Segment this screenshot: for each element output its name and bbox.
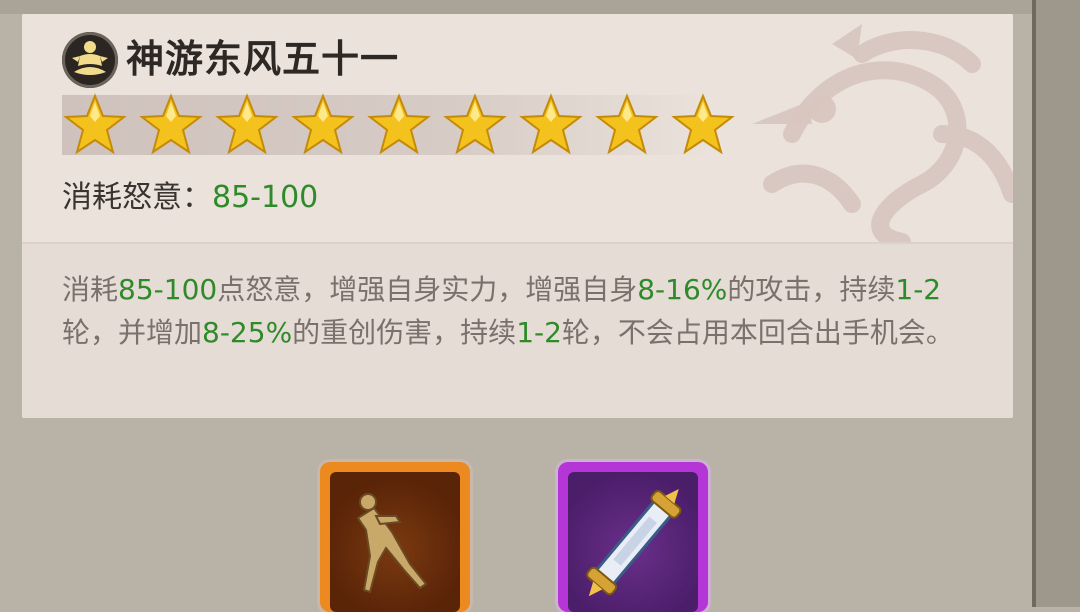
meditating-monk-icon — [62, 32, 118, 88]
description-text: 的攻击，持续 — [727, 273, 896, 306]
description-text: 轮，不会占用本回合出手机会。 — [561, 316, 954, 349]
star-icon — [139, 93, 203, 155]
star-icon — [671, 93, 735, 155]
description-text: 点怒意，增强自身实力，增强自身 — [217, 273, 638, 306]
rage-cost-row: 消耗怒意：85-100 — [62, 178, 318, 218]
star-icon — [215, 93, 279, 155]
skill-detail-card: 神游东风五十一 消耗怒意：85-100 消耗85-100点怒意，增强自身实力，增… — [22, 14, 1013, 418]
section-divider — [22, 242, 1013, 244]
rage-cost-label: 消耗怒意： — [62, 180, 212, 215]
description-text: 轮，并增加 — [62, 316, 203, 349]
dragon-watermark-icon — [752, 24, 1013, 242]
star-icon — [595, 93, 659, 155]
star-icon — [63, 93, 127, 155]
background-top — [0, 0, 1080, 14]
item-slot-golden-figure[interactable] — [320, 462, 470, 612]
item-slot-scroll[interactable] — [558, 462, 708, 612]
right-scrollbar-rail[interactable] — [1032, 0, 1080, 607]
skill-description: 消耗85-100点怒意，增强自身实力，增强自身8-16%的攻击，持续1-2轮，并… — [62, 268, 992, 354]
description-highlight: 85-100 — [118, 273, 218, 306]
description-highlight: 1-2 — [895, 273, 942, 306]
rail-edge — [1032, 0, 1036, 607]
golden-figure-icon — [356, 493, 428, 594]
scroll-icon — [586, 489, 682, 597]
description-text: 消耗 — [62, 273, 119, 306]
star-icon — [367, 93, 431, 155]
star-icon — [519, 93, 583, 155]
description-highlight: 8-25% — [202, 316, 293, 349]
rage-cost-value: 85-100 — [212, 180, 319, 215]
description-text: 的重创伤害，持续 — [292, 316, 517, 349]
star-icon — [443, 93, 507, 155]
star-icon — [291, 93, 355, 155]
description-highlight: 8-16% — [637, 273, 728, 306]
star-rating — [62, 92, 736, 158]
skill-name: 神游东风五十一 — [126, 37, 400, 81]
description-highlight: 1-2 — [516, 316, 562, 349]
